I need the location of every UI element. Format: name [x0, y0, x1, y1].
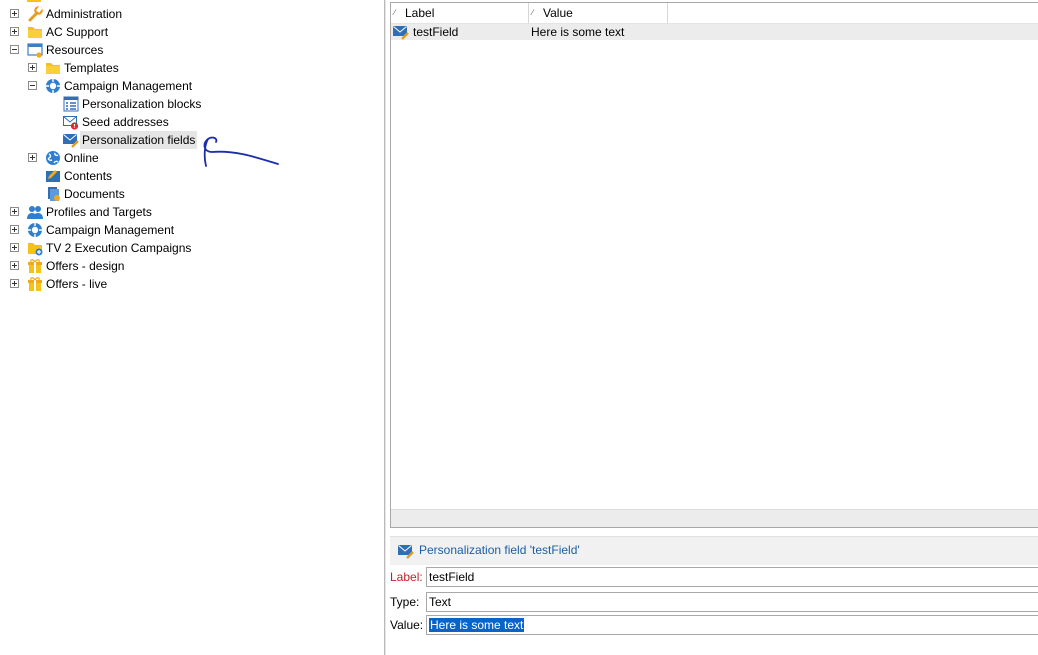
tree-item-profiles-and-targets[interactable]: Profiles and Targets [0, 203, 300, 221]
tree-item-label: Contents [64, 169, 113, 183]
grid-footer [391, 509, 1038, 527]
sort-indicator-icon: ∕ [532, 8, 534, 17]
tree-item-campaign-management-root[interactable]: Campaign Management [0, 221, 300, 239]
campaign-icon [45, 78, 61, 94]
tree-item-resources[interactable]: Resources [0, 41, 300, 59]
grid-header: ∕ Label ∕ Value [391, 3, 1038, 24]
column-header-value[interactable]: ∕ Value [529, 3, 668, 23]
tree-item-campaign-management[interactable]: Campaign Management [0, 77, 300, 95]
tree-item-label: Offers - design [46, 259, 125, 273]
expand-toggle[interactable] [10, 225, 19, 234]
list-icon [63, 96, 79, 112]
folder-icon [26, 0, 42, 4]
people-icon [27, 204, 43, 220]
detail-title: Personalization field 'testField' [419, 543, 580, 557]
tree-item-label: Personalization fields [80, 131, 198, 149]
tree-item-ac-support[interactable]: AC Support [0, 23, 300, 41]
fields-grid: ∕ Label ∕ Value testField Here is some t… [390, 2, 1038, 528]
tree-item-personalization-blocks[interactable]: Personalization blocks [0, 95, 300, 113]
gift-icon [27, 276, 43, 292]
expand-toggle[interactable] [10, 27, 19, 36]
cell-label: testField [413, 25, 459, 39]
collapse-toggle[interactable] [10, 45, 19, 54]
resources-folder-icon [27, 42, 43, 58]
envelope-pencil-icon [63, 132, 79, 148]
type-field-value: Text [429, 595, 452, 609]
collapse-toggle[interactable] [28, 81, 37, 90]
expand-toggle[interactable] [10, 9, 19, 18]
globe-icon [45, 150, 61, 166]
tree-item-label: Administration [46, 7, 123, 21]
envelope-pencil-icon [398, 543, 414, 559]
value-field-selected-text: Here is some text [429, 618, 525, 632]
tree-item-label: Profiles and Targets [46, 205, 152, 219]
sort-indicator-icon: ∕ [394, 8, 396, 17]
tree-item-label: AC Support [46, 25, 109, 39]
folder-add-icon [27, 240, 43, 256]
tree-item-label: Templates [64, 61, 119, 75]
envelope-alert-icon [63, 114, 79, 130]
value-field[interactable]: Here is some text [426, 615, 1038, 635]
type-field[interactable]: Text [426, 592, 1038, 612]
tree-item-label: Seed addresses [82, 115, 169, 129]
label-caption: Label: [390, 570, 423, 584]
tree-item-label: Offers - live [46, 277, 108, 291]
tree-item-label: Campaign Management [64, 79, 193, 93]
expand-toggle[interactable] [10, 261, 19, 270]
table-row[interactable]: testField Here is some text [391, 24, 1038, 40]
folder-icon [45, 60, 61, 76]
label-field[interactable]: testField [426, 567, 1038, 587]
tree-item-offers-design[interactable]: Offers - design [0, 257, 300, 275]
pane-splitter[interactable] [384, 0, 386, 655]
expand-toggle[interactable] [10, 279, 19, 288]
tree-item-label: TV 2 Execution Campaigns [46, 241, 192, 255]
expand-toggle[interactable] [28, 63, 37, 72]
detail-header: Personalization field 'testField' [390, 536, 1038, 565]
tree-item-label: Online [64, 151, 99, 165]
tree-item-label: Resources [46, 43, 104, 57]
type-caption: Type: [390, 595, 420, 609]
tree-item-label: Personalization blocks [82, 97, 202, 111]
navigation-tree: Administration AC Support Resources Temp… [0, 0, 384, 655]
value-caption: Value: [390, 618, 424, 632]
documents-icon [45, 186, 61, 202]
column-header-label[interactable]: ∕ Label [391, 3, 529, 23]
hand-drawn-arrow-annotation [203, 136, 279, 167]
tree-item-offers-live[interactable]: Offers - live [0, 275, 300, 293]
expand-toggle[interactable] [10, 207, 19, 216]
cell-value: Here is some text [531, 25, 625, 39]
tree-item-tv2-execution-campaigns[interactable]: TV 2 Execution Campaigns [0, 239, 300, 257]
tree-item-label: Documents [64, 187, 125, 201]
tree-item-administration[interactable]: Administration [0, 5, 300, 23]
tree-item-templates[interactable]: Templates [0, 59, 300, 77]
contents-folder-icon [45, 168, 61, 184]
campaign-icon [27, 222, 43, 238]
envelope-pencil-icon [393, 24, 409, 40]
gift-icon [27, 258, 43, 274]
column-title: Label [405, 6, 435, 20]
folder-icon [27, 24, 43, 40]
expand-toggle[interactable] [10, 243, 19, 252]
column-title: Value [543, 6, 573, 20]
tree-item-label: Campaign Management [46, 223, 175, 237]
tree-item-seed-addresses[interactable]: Seed addresses [0, 113, 300, 131]
label-field-value: testField [429, 570, 475, 584]
expand-toggle[interactable] [28, 153, 37, 162]
wrench-icon [27, 6, 43, 22]
tree-item-documents[interactable]: Documents [0, 185, 300, 203]
